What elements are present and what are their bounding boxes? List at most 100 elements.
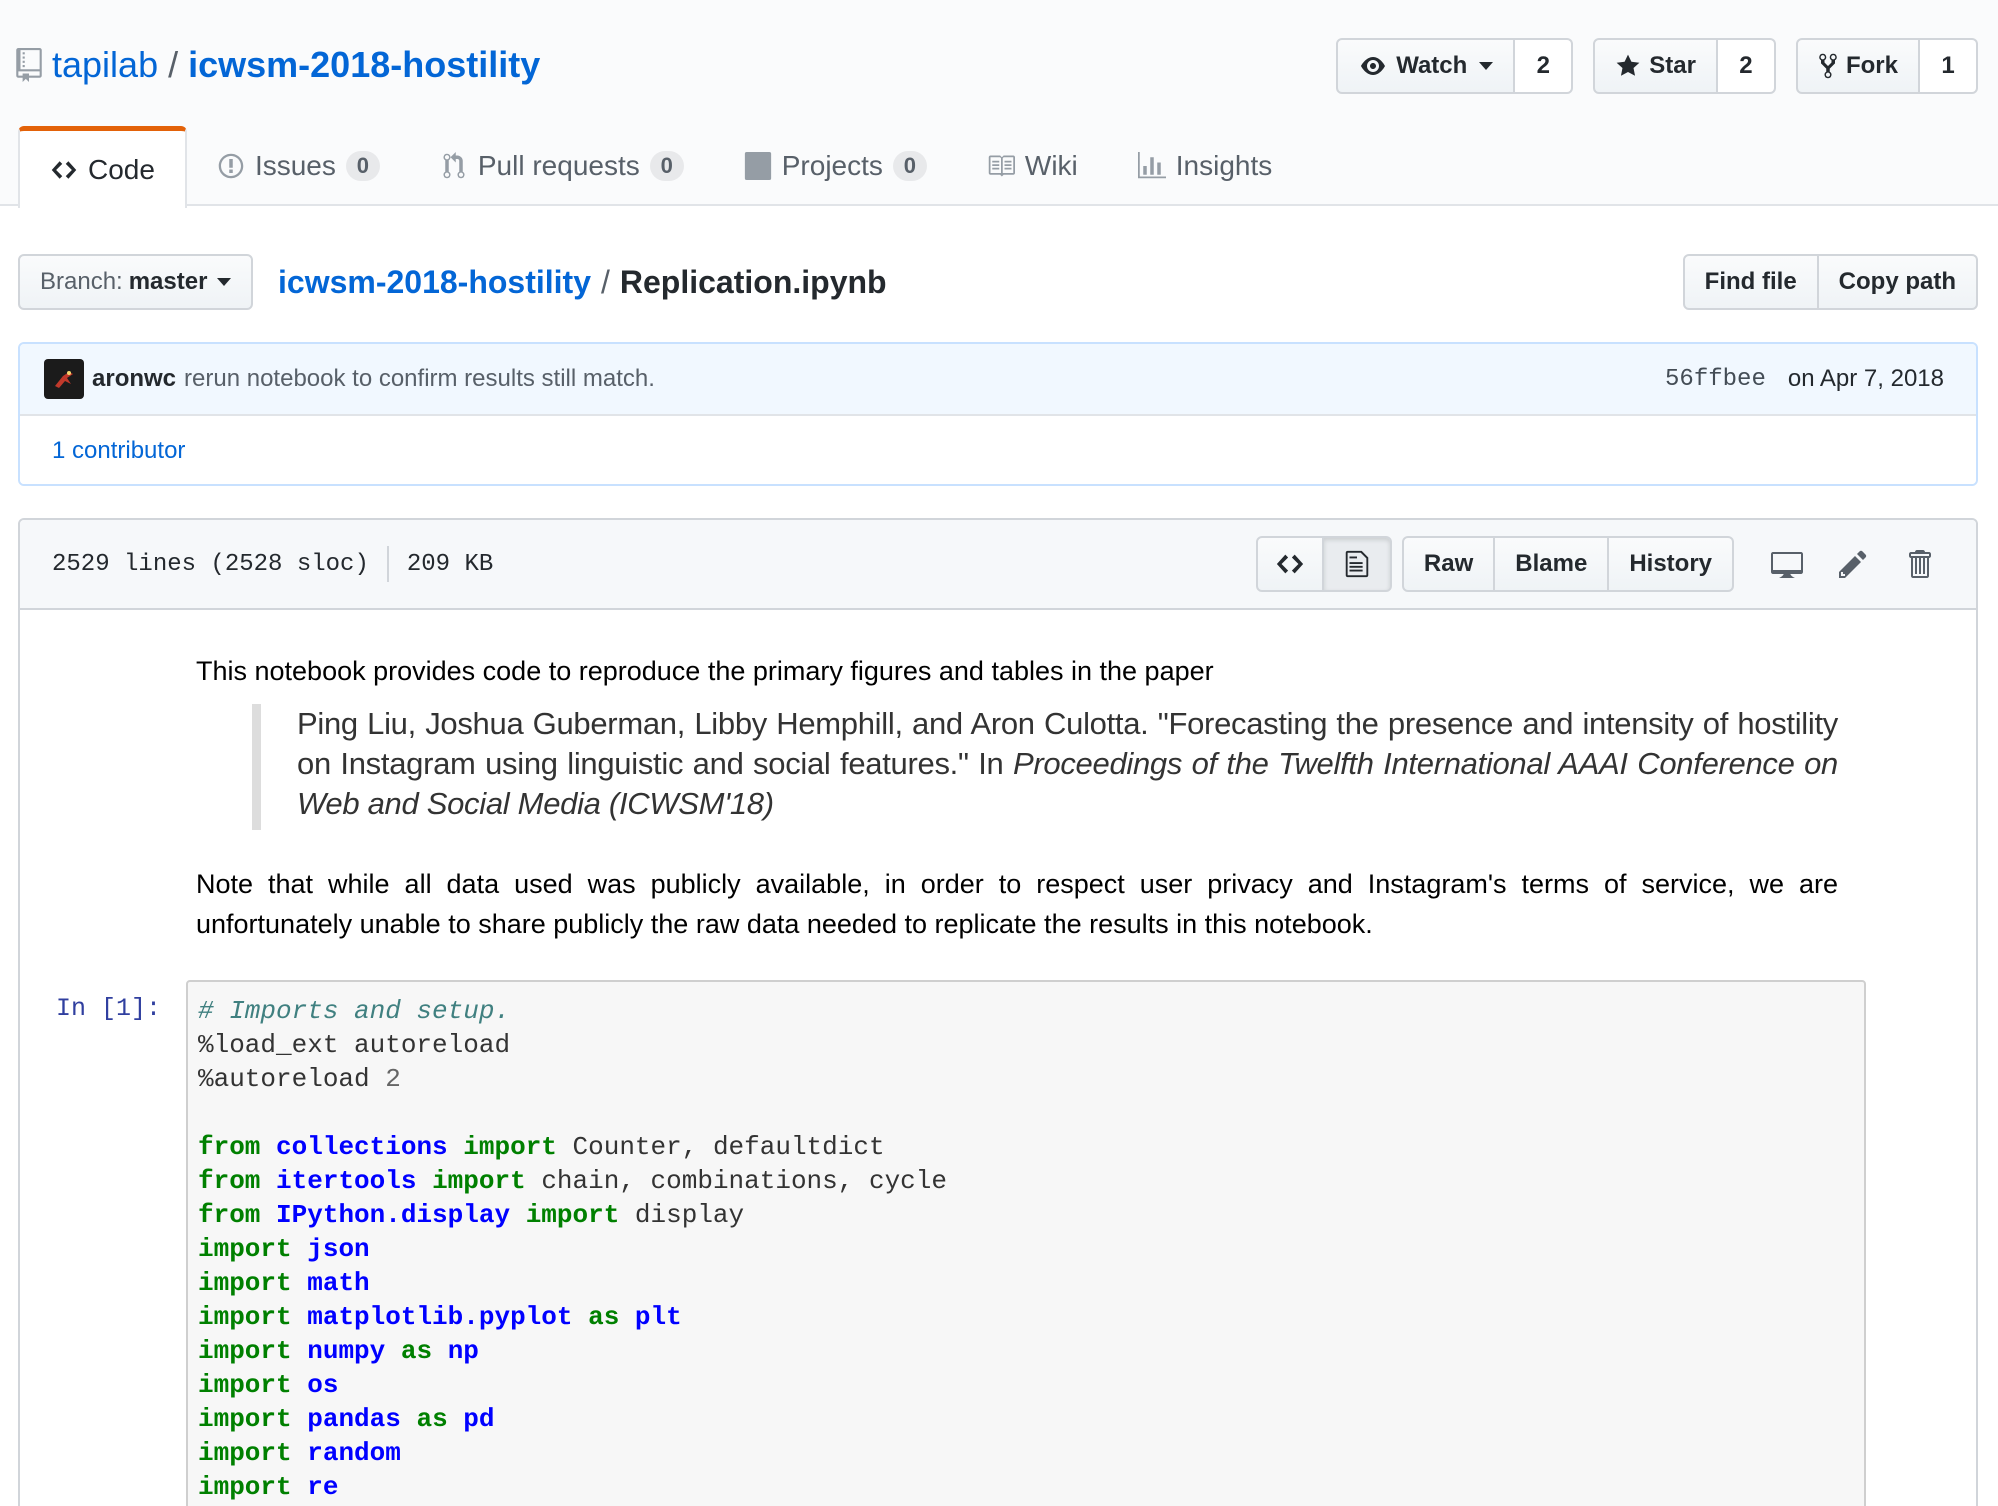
- watch-button[interactable]: Watch: [1336, 38, 1516, 94]
- tab-projects[interactable]: Projects 0: [714, 126, 957, 206]
- tab-label: Insights: [1175, 150, 1273, 181]
- file-info: 2529 lines (2528 sloc) 209 KB: [52, 520, 493, 608]
- fork-count[interactable]: 1: [1920, 38, 1978, 94]
- book-icon: [988, 155, 1015, 177]
- code-comment: # Imports and setup.: [198, 996, 511, 1026]
- watch-count[interactable]: 2: [1515, 38, 1574, 94]
- tab-label: Wiki: [1024, 150, 1078, 181]
- code-keyword: import: [525, 1200, 620, 1230]
- fork-label: Fork: [1845, 52, 1898, 79]
- repo-actions: Watch 2 Star 2 Fork 1: [1336, 38, 1978, 94]
- watch-group: Watch 2: [1336, 38, 1574, 94]
- file-nav-buttons: Find file Copy path: [1682, 254, 1978, 310]
- project-icon: [744, 152, 771, 180]
- tab-label: Projects: [781, 150, 883, 181]
- blame-button[interactable]: Blame: [1495, 536, 1610, 592]
- star-button[interactable]: Star: [1593, 38, 1718, 94]
- code-keyword: from: [198, 1166, 261, 1196]
- code-keyword: import: [198, 1336, 292, 1366]
- tab-label: Pull requests: [477, 150, 640, 181]
- file-box: 2529 lines (2528 sloc) 209 KB Raw Blame …: [18, 518, 1978, 1506]
- breadcrumb-separator: /: [601, 263, 610, 300]
- tab-issues[interactable]: Issues 0: [187, 126, 410, 206]
- fork-group: Fork 1: [1795, 38, 1978, 94]
- star-label: Star: [1649, 52, 1696, 79]
- repo-owner-link[interactable]: tapilab: [52, 44, 158, 86]
- copy-path-button[interactable]: Copy path: [1818, 254, 1978, 310]
- code-keyword: import: [198, 1234, 292, 1264]
- issue-icon: [218, 153, 244, 179]
- repo-header: tapilab / icwsm-2018-hostility Watch 2 S…: [0, 0, 1998, 208]
- code-keyword: import: [198, 1438, 292, 1468]
- find-file-button[interactable]: Find file: [1682, 254, 1819, 310]
- commit-message[interactable]: rerun notebook to confirm results still …: [184, 365, 655, 393]
- tab-code[interactable]: Code: [18, 126, 187, 208]
- branch-prefix: Branch:: [40, 268, 123, 295]
- view-toggle: [1255, 536, 1392, 592]
- delete-file-button[interactable]: [1886, 536, 1952, 592]
- code-keyword: as: [588, 1302, 620, 1332]
- code-module: numpy: [307, 1336, 386, 1366]
- commit-sha[interactable]: 56ffbee: [1665, 366, 1766, 393]
- raw-blame-history: Raw Blame History: [1401, 536, 1734, 592]
- file-icon: [1345, 550, 1369, 578]
- code-keyword: as: [416, 1404, 448, 1434]
- code-keyword: import: [198, 1268, 292, 1298]
- branch-name: master: [128, 268, 208, 295]
- code-module: re: [307, 1472, 339, 1502]
- device-desktop-icon: [1771, 552, 1803, 578]
- trashcan-icon: [1909, 550, 1931, 578]
- graph-icon: [1137, 152, 1166, 179]
- repo-name-link[interactable]: icwsm-2018-hostility: [188, 44, 540, 86]
- breadcrumb-repo-link[interactable]: icwsm-2018-hostility: [278, 264, 591, 301]
- code-keyword: import: [198, 1472, 292, 1502]
- edit-file-button[interactable]: [1820, 536, 1886, 592]
- tab-label: Issues: [254, 150, 336, 181]
- code-keyword: import: [432, 1166, 526, 1196]
- branch-select-button[interactable]: Branch: master: [18, 254, 254, 310]
- fork-button[interactable]: Fork: [1795, 38, 1920, 94]
- code-module: itertools: [276, 1166, 417, 1196]
- code-keyword: from: [198, 1200, 261, 1230]
- code-magic-arg: 2: [385, 1064, 401, 1094]
- file-actions: Raw Blame History: [1255, 536, 1952, 592]
- star-count[interactable]: 2: [1717, 38, 1776, 94]
- code-input: # Imports and setup. %load_ext autoreloa…: [186, 980, 1866, 1506]
- open-desktop-button[interactable]: [1754, 536, 1820, 592]
- commit-author[interactable]: aronwc: [92, 365, 176, 393]
- code-icon: [51, 160, 77, 179]
- tab-pull-requests[interactable]: Pull requests 0: [410, 126, 714, 206]
- rendered-view-button[interactable]: [1323, 536, 1392, 592]
- code-module: json: [307, 1234, 370, 1264]
- code-magic: %autoreload: [198, 1064, 370, 1094]
- pull-request-icon: [443, 152, 465, 179]
- avatar-image: [55, 371, 73, 388]
- code-alias: pd: [463, 1404, 495, 1434]
- citation-quote: Ping Liu, Joshua Guberman, Libby Hemphil…: [252, 704, 1838, 830]
- path-separator: /: [168, 44, 179, 85]
- code-names: Counter, defaultdict: [572, 1132, 885, 1162]
- code-module: IPython.display: [276, 1200, 511, 1230]
- tab-wiki[interactable]: Wiki: [957, 126, 1108, 206]
- tab-insights[interactable]: Insights: [1108, 126, 1303, 206]
- code-module: matplotlib.pyplot: [307, 1302, 573, 1332]
- contributors-link[interactable]: 1 contributor: [52, 437, 185, 465]
- chevron-down-icon: [1479, 62, 1494, 70]
- notebook-note: Note that while all data used was public…: [196, 869, 1838, 939]
- history-button[interactable]: History: [1609, 536, 1734, 592]
- chevron-down-icon: [217, 278, 232, 286]
- star-icon: [1616, 54, 1640, 76]
- source-view-button[interactable]: [1255, 536, 1324, 592]
- avatar[interactable]: [44, 359, 84, 399]
- code-icon: [1276, 554, 1304, 574]
- code-alias: plt: [634, 1302, 682, 1332]
- code-names: display: [634, 1200, 745, 1230]
- watch-label: Watch: [1396, 52, 1468, 79]
- breadcrumb-file: Replication.ipynb: [619, 263, 887, 300]
- code-keyword: from: [198, 1132, 261, 1162]
- raw-button[interactable]: Raw: [1401, 536, 1496, 592]
- pencil-icon: [1839, 550, 1867, 578]
- commit-tease: aronwc rerun notebook to confirm results…: [18, 342, 1978, 486]
- repo-title: tapilab / icwsm-2018-hostility: [16, 40, 540, 90]
- code-keyword: import: [198, 1404, 292, 1434]
